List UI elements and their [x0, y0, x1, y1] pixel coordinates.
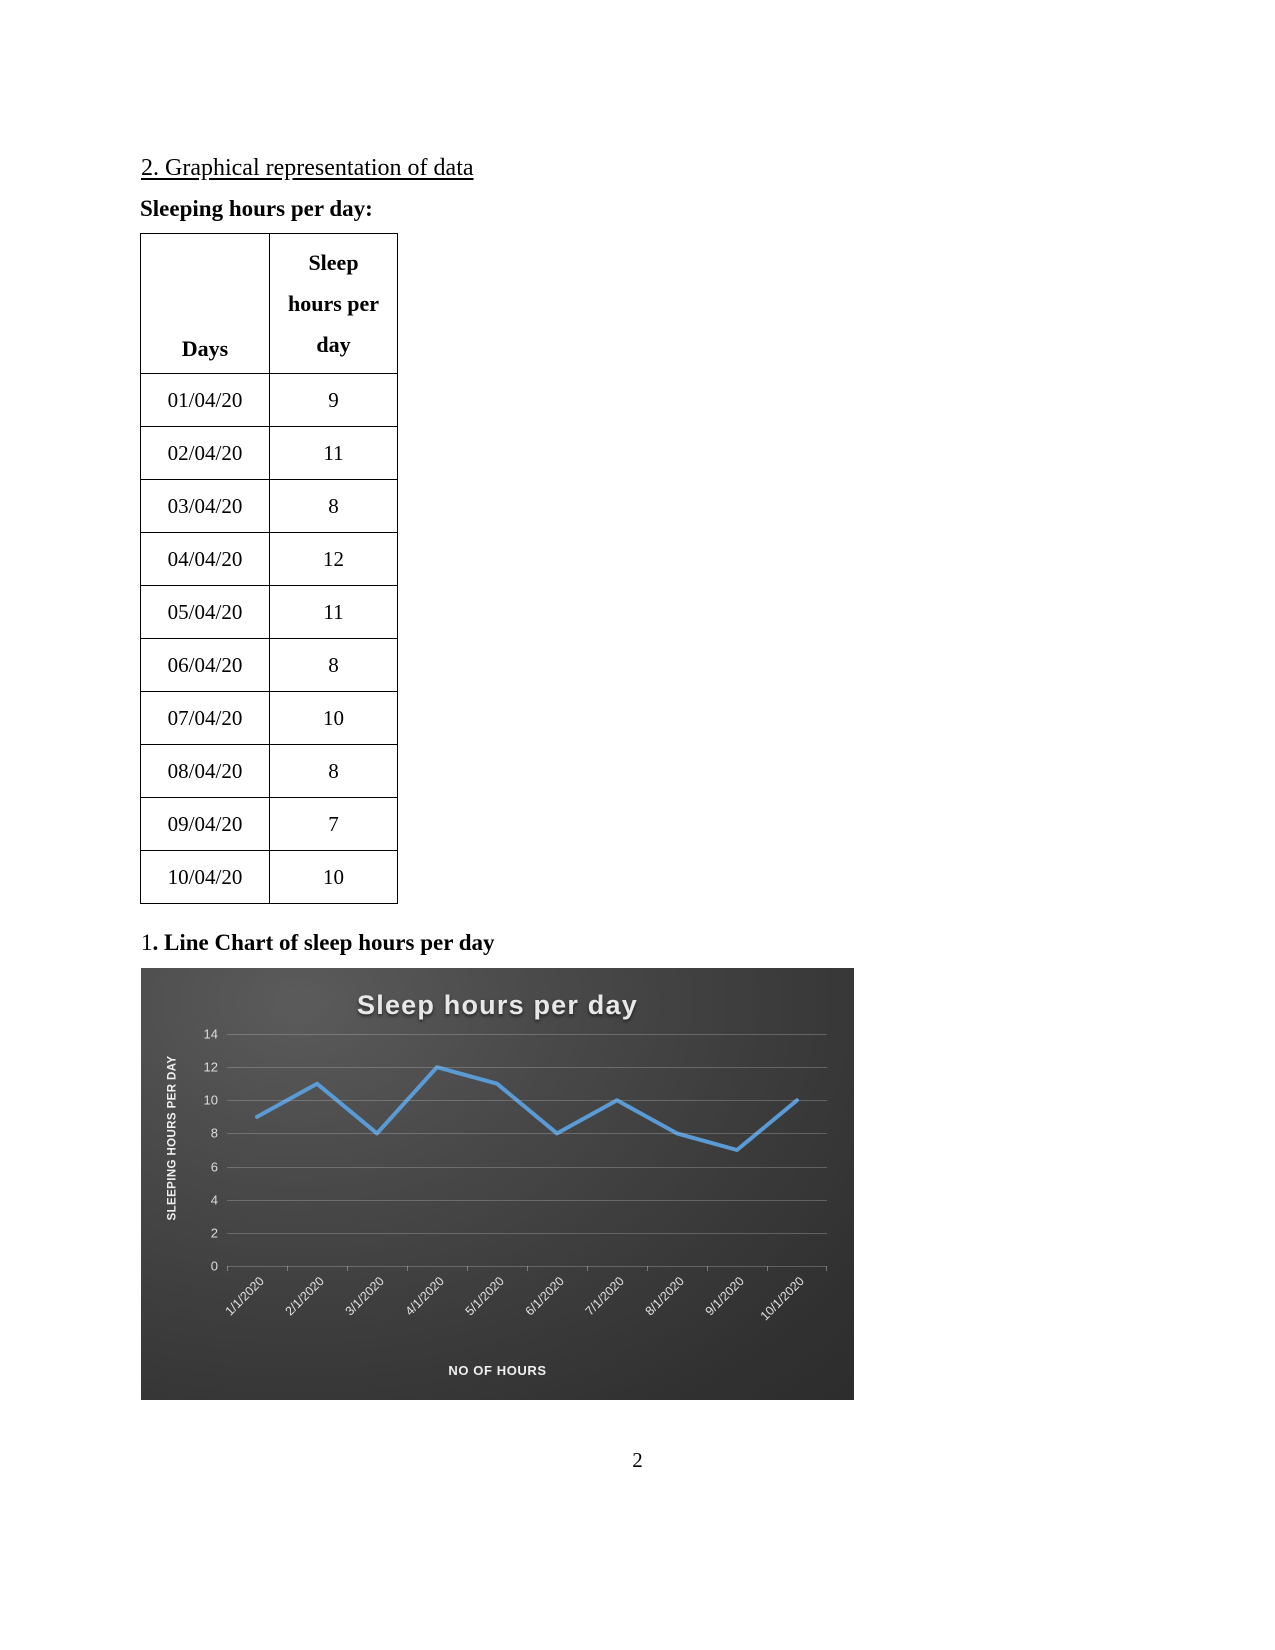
cell-day: 09/04/20	[140, 797, 270, 851]
chart-x-tick-label: 1/1/2020	[222, 1274, 267, 1319]
table-row: 07/04/20 10	[140, 691, 398, 745]
table-row: 10/04/20 10	[140, 850, 398, 904]
chart-gridline	[227, 1232, 827, 1234]
chart-y-tick-label: 4	[210, 1192, 218, 1208]
chart-caption-text: . Line Chart of sleep hours per day	[152, 930, 495, 955]
cell-day: 03/04/20	[140, 479, 270, 533]
chart-caption-number: 1	[141, 930, 153, 955]
table-row: 04/04/20 12	[140, 532, 398, 586]
chart-line-series	[255, 1065, 799, 1152]
chart-x-tick-label: 10/1/2020	[757, 1274, 807, 1324]
section-heading: 2. Graphical representation of data	[141, 155, 474, 181]
cell-day: 05/04/20	[140, 585, 270, 639]
chart-y-tick-label: 12	[203, 1059, 218, 1075]
chart-y-tick-label: 6	[210, 1159, 218, 1175]
chart-y-tick-label: 10	[203, 1092, 218, 1108]
chart-x-tick-label: 6/1/2020	[522, 1274, 567, 1319]
table-row: 09/04/20 7	[140, 797, 398, 851]
chart-x-tick-labels: 1/1/2020 2/1/2020 3/1/2020 4/1/2020 5/1/2020…	[223, 1268, 827, 1348]
line-chart-figure: Sleep hours per day SLEEPING HOURS PER D…	[141, 968, 854, 1400]
table-row: 08/04/20 8	[140, 744, 398, 798]
table-row: 02/04/20 11	[140, 426, 398, 480]
chart-y-tick-label: 8	[210, 1125, 218, 1141]
chart-x-tick-label: 9/1/2020	[702, 1274, 747, 1319]
chart-x-tick-label: 4/1/2020	[402, 1274, 447, 1319]
cell-hours: 8	[269, 479, 398, 533]
cell-hours: 11	[269, 585, 398, 639]
cell-day: 04/04/20	[140, 532, 270, 586]
chart-y-tick-label: 2	[210, 1225, 218, 1241]
cell-day: 02/04/20	[140, 426, 270, 480]
chart-gridline	[227, 1166, 827, 1168]
chart-plot-area: 14 12 10 8 6 4 2 0	[204, 1027, 827, 1274]
document-page: 2. Graphical representation of data Slee…	[0, 0, 1275, 1650]
table-header-days: Days	[140, 233, 270, 374]
table-row: 01/04/20 9	[140, 373, 398, 427]
cell-day: 06/04/20	[140, 638, 270, 692]
chart-gridline	[227, 1067, 827, 1069]
table-body: 01/04/20 9 02/04/20 11 03/04/20 8 04/04/20 12 05…	[140, 373, 398, 904]
chart-gridline	[227, 1034, 827, 1035]
table-title: Sleeping hours per day:	[140, 196, 373, 221]
table-row: 05/04/20 11	[140, 585, 398, 639]
cell-hours: 12	[269, 532, 398, 586]
table-header-hours-line2: hours per	[287, 291, 380, 316]
chart-gridline	[227, 1199, 827, 1201]
cell-hours: 8	[269, 744, 398, 798]
chart-gridline	[227, 1133, 827, 1135]
chart-x-tick-label: 7/1/2020	[582, 1274, 627, 1319]
table-header-hours: Sleep hours per day	[269, 233, 398, 374]
cell-day: 08/04/20	[140, 744, 270, 798]
chart-caption: 1. Line Chart of sleep hours per day	[141, 930, 495, 956]
cell-hours: 8	[269, 638, 398, 692]
sleep-hours-table: Days Sleep hours per day 01/04/20 9 02/04/…	[140, 233, 398, 904]
cell-hours: 10	[269, 850, 398, 904]
chart-x-axis-title: NO OF HOURS	[448, 1363, 547, 1378]
table-header-hours-line1: Sleep	[308, 250, 359, 275]
chart-gridline	[227, 1100, 827, 1102]
chart-y-tick-label: 14	[203, 1026, 218, 1042]
table-row: 03/04/20 8	[140, 479, 398, 533]
cell-hours: 11	[269, 426, 398, 480]
chart-y-axis-title: SLEEPING HOURS PER DAY	[166, 1055, 178, 1221]
chart-x-tick-label: 2/1/2020	[282, 1274, 327, 1319]
chart-x-tick-label: 8/1/2020	[642, 1274, 687, 1319]
chart-title: Sleep hours per day	[357, 990, 638, 1020]
cell-day: 01/04/20	[140, 373, 270, 427]
chart-x-tick-label: 3/1/2020	[342, 1274, 387, 1319]
table-header: Days Sleep hours per day	[140, 233, 398, 374]
table-header-row: Days Sleep hours per day	[140, 233, 398, 374]
table-header-hours-line3: day	[316, 332, 351, 357]
cell-hours: 10	[269, 691, 398, 745]
table-row: 06/04/20 8	[140, 638, 398, 692]
page-number: 2	[632, 1448, 643, 1472]
cell-hours: 7	[269, 797, 398, 851]
chart-x-tick-label: 5/1/2020	[462, 1274, 507, 1319]
cell-hours: 9	[269, 373, 398, 427]
chart-y-tick-label: 0	[210, 1258, 218, 1274]
cell-day: 10/04/20	[140, 850, 270, 904]
cell-day: 07/04/20	[140, 691, 270, 745]
